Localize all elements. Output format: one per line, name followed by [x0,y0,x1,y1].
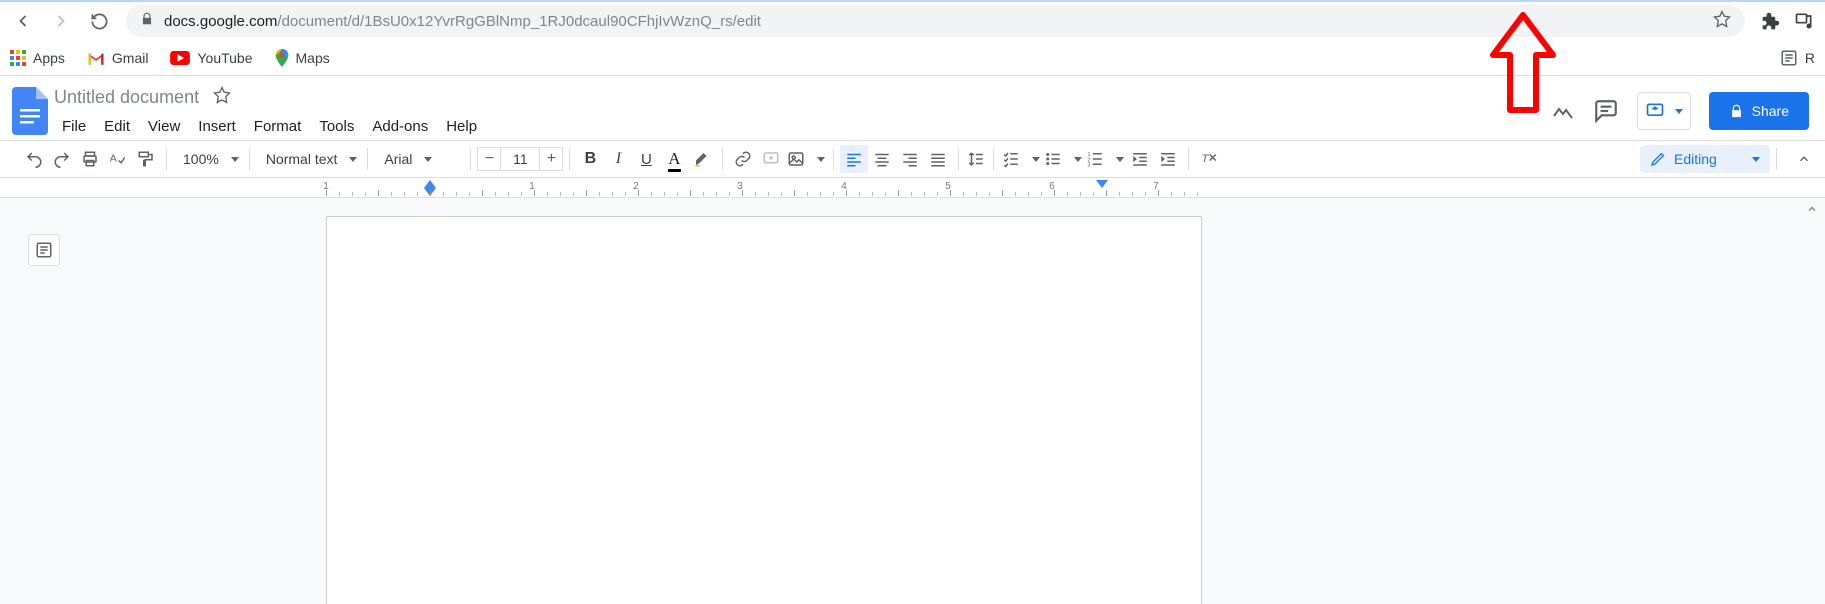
media-control-button[interactable] [1789,6,1819,36]
menu-insert[interactable]: Insert [190,114,244,139]
bookmarks-bar: Apps Gmail YouTube Maps R [0,40,1825,76]
lock-icon [1729,104,1744,119]
print-button[interactable] [76,145,104,173]
menu-bar: File Edit View Insert Format Tools Add-o… [54,114,485,139]
indent-increase-button[interactable] [1154,145,1182,173]
italic-button[interactable]: I [604,145,632,173]
canvas [0,198,1825,604]
document-title[interactable]: Untitled document [54,87,199,108]
menu-view[interactable]: View [140,114,188,139]
present-button[interactable] [1637,92,1691,130]
paint-format-button[interactable] [132,145,160,173]
activity-icon[interactable] [1551,99,1575,123]
forward-button[interactable] [44,4,78,38]
extensions-button[interactable] [1755,6,1785,36]
menu-addons[interactable]: Add-ons [364,114,436,139]
menu-edit[interactable]: Edit [96,114,138,139]
redo-button[interactable] [48,145,76,173]
reading-list-icon [1780,49,1798,67]
bookmark-reading-list[interactable]: R [1780,49,1815,67]
ruler-left-marker-icon[interactable] [424,180,436,188]
comment-button[interactable] [757,145,785,173]
outline-toggle-button[interactable] [28,234,60,266]
svg-text:T: T [1202,153,1210,165]
docs-logo[interactable] [10,84,50,138]
toolbar: A 100% Normal text Arial − 11 + B I U A … [0,140,1825,178]
font-decrease-button[interactable]: − [477,147,501,171]
font-dropdown[interactable]: Arial [374,145,464,173]
reload-button[interactable] [82,4,116,38]
browser-nav-bar: docs.google.com/document/d/1BsU0x12YvrRg… [0,0,1825,40]
star-document-icon[interactable] [213,86,231,109]
link-button[interactable] [729,145,757,173]
comments-icon[interactable] [1593,98,1619,124]
align-right-button[interactable] [896,145,924,173]
align-center-button[interactable] [868,145,896,173]
caret-icon [1675,109,1683,114]
svg-text:3: 3 [1088,163,1091,169]
maps-icon [275,49,289,67]
ruler[interactable]: 1 1 2 3 4 5 6 7 [0,178,1825,198]
gmail-icon [87,51,105,65]
document-page[interactable] [326,216,1202,604]
align-justify-button[interactable] [924,145,952,173]
bookmark-maps[interactable]: Maps [275,49,330,67]
number-list-button[interactable]: 123 [1084,145,1126,173]
bookmark-apps[interactable]: Apps [10,50,65,66]
spellcheck-button[interactable]: A [104,145,132,173]
lock-icon [140,12,154,30]
indent-decrease-button[interactable] [1126,145,1154,173]
zoom-dropdown[interactable]: 100% [173,145,243,173]
apps-grid-icon [10,50,26,66]
svg-text:A: A [110,152,117,164]
underline-button[interactable]: U [632,145,660,173]
checklist-button[interactable] [1000,145,1042,173]
pencil-icon [1650,151,1666,167]
scroll-up-button[interactable] [1803,200,1821,218]
bookmark-star-icon[interactable] [1713,10,1731,32]
styles-dropdown[interactable]: Normal text [256,145,362,173]
align-left-button[interactable] [840,145,868,173]
address-bar[interactable]: docs.google.com/document/d/1BsU0x12YvrRg… [126,5,1745,37]
bookmark-gmail[interactable]: Gmail [87,50,149,66]
youtube-icon [170,51,190,65]
menu-tools[interactable]: Tools [311,114,362,139]
hide-menus-button[interactable] [1791,152,1817,166]
bold-button[interactable]: B [576,145,604,173]
clear-format-button[interactable]: T [1195,145,1223,173]
text-color-button[interactable]: A [660,145,688,173]
menu-file[interactable]: File [54,114,94,139]
menu-help[interactable]: Help [438,114,485,139]
font-size-input[interactable]: 11 [501,147,539,171]
ruler-right-marker-icon[interactable] [1096,180,1108,188]
docs-header: Untitled document File Edit View Insert … [0,76,1825,140]
font-increase-button[interactable]: + [539,147,563,171]
editing-mode-dropdown[interactable]: Editing [1640,145,1770,173]
menu-format[interactable]: Format [246,114,310,139]
back-button[interactable] [6,4,40,38]
undo-button[interactable] [20,145,48,173]
line-spacing-button[interactable] [965,145,987,173]
highlight-button[interactable] [688,145,716,173]
bullet-list-button[interactable] [1042,145,1084,173]
share-button[interactable]: Share [1709,92,1809,130]
bookmark-youtube[interactable]: YouTube [170,50,252,66]
url-text: docs.google.com/document/d/1BsU0x12YvrRg… [164,13,761,30]
image-button[interactable] [785,145,827,173]
